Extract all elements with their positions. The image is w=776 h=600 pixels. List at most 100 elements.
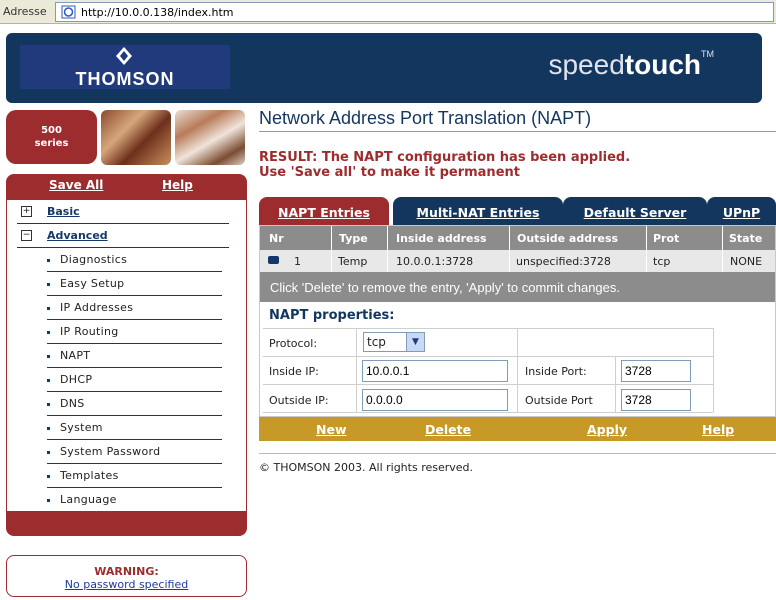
grid-line <box>356 328 357 412</box>
warning-box: WARNING: No password specified <box>6 555 247 597</box>
sidebar-item-label[interactable]: Diagnostics <box>60 253 127 266</box>
tab-default-server[interactable]: Default Server <box>563 197 707 225</box>
tab-label[interactable]: NAPT Entries <box>278 205 370 220</box>
grid-line <box>263 328 713 329</box>
grid-line <box>713 328 714 412</box>
collapse-icon[interactable]: − <box>21 230 32 241</box>
ie-page-icon <box>61 5 76 19</box>
outside-ip-input[interactable] <box>362 389 508 411</box>
bullet-icon <box>47 283 50 286</box>
cell-nr: 1 <box>294 255 301 268</box>
brand-bold: touch <box>624 49 701 80</box>
speedtouch-brand: speedtouchTM <box>548 49 714 81</box>
address-bar: Adresse http://10.0.0.138/index.htm <box>0 0 776 24</box>
warning-title: WARNING: <box>94 565 159 578</box>
thomson-logo-icon <box>116 47 132 65</box>
napt-panel: Nr Type Inside address Outside address P… <box>259 225 776 417</box>
thomson-logo[interactable]: THOMSON <box>20 45 230 89</box>
tab-multi-nat-entries[interactable]: Multi-NAT Entries <box>393 197 563 225</box>
brand-tm: TM <box>701 49 714 59</box>
copyright-text: © THOMSON 2003. All rights reserved. <box>259 461 474 474</box>
cell-inside-address: 10.0.0.1:3728 <box>396 255 474 268</box>
help-link[interactable]: Help <box>162 178 193 192</box>
sidebar-item-label[interactable]: DHCP <box>60 373 92 386</box>
tab-label[interactable]: Multi-NAT Entries <box>417 205 540 220</box>
sidebar-group-advanced[interactable]: − Advanced <box>17 224 229 248</box>
sidebar-item-label[interactable]: System <box>60 421 103 434</box>
column-header-prot: Prot <box>653 232 680 245</box>
sidebar-item-diagnostics[interactable]: Diagnostics <box>47 248 222 272</box>
column-header-inside-address: Inside address <box>396 232 487 245</box>
bullet-icon <box>47 259 50 262</box>
footer-divider <box>259 453 776 454</box>
grid-line <box>263 356 713 357</box>
apply-button[interactable]: Apply <box>587 422 627 437</box>
sidebar-item-dns[interactable]: DNS <box>47 392 222 416</box>
result-hint: Use 'Save all' to make it permanent <box>259 165 520 180</box>
people-photo <box>101 110 171 165</box>
header-banner: THOMSON speedtouchTM <box>6 33 762 103</box>
sidebar-item-ip-routing[interactable]: IP Routing <box>47 320 222 344</box>
sidebar-item-ip-addresses[interactable]: IP Addresses <box>47 296 222 320</box>
bullet-icon <box>47 355 50 358</box>
tab-label[interactable]: Default Server <box>584 205 687 220</box>
sidebar-item-label[interactable]: IP Addresses <box>60 301 133 314</box>
sidebar-item-language[interactable]: Language <box>47 488 222 512</box>
table-header: Nr Type Inside address Outside address P… <box>260 226 775 250</box>
sidebar-group-basic[interactable]: + Basic <box>17 200 229 224</box>
dropdown-arrow-icon[interactable]: ▼ <box>406 333 424 351</box>
sidebar-item-label[interactable]: Templates <box>60 469 119 482</box>
bullet-icon <box>47 403 50 406</box>
series-badge: 500 series <box>6 110 97 164</box>
hint-bar: Click 'Delete' to remove the entry, 'App… <box>260 272 775 302</box>
column-divider <box>387 250 388 272</box>
inside-port-label: Inside Port: <box>525 365 587 378</box>
sidebar-item-label[interactable]: Easy Setup <box>60 277 124 290</box>
column-header-outside-address: Outside address <box>517 232 619 245</box>
new-button[interactable]: New <box>316 422 347 437</box>
outside-port-input[interactable] <box>621 389 691 411</box>
sidebar-item-label[interactable]: DNS <box>60 397 85 410</box>
sidebar-group-label[interactable]: Basic <box>47 205 80 218</box>
bullet-icon <box>47 307 50 310</box>
tab-label[interactable]: UPnP <box>723 205 760 220</box>
title-divider <box>259 131 776 132</box>
inside-port-input[interactable] <box>621 360 691 382</box>
help-button[interactable]: Help <box>702 422 734 437</box>
url-text: http://10.0.0.138/index.htm <box>81 6 234 19</box>
bullet-icon <box>47 475 50 478</box>
sidebar-group-label[interactable]: Advanced <box>47 229 108 242</box>
inside-ip-input[interactable] <box>362 360 508 382</box>
sidebar-item-dhcp[interactable]: DHCP <box>47 368 222 392</box>
tab-upnp[interactable]: UPnP <box>707 197 776 225</box>
page-title: Network Address Port Translation (NAPT) <box>259 108 592 128</box>
no-password-link[interactable]: No password specified <box>7 578 246 591</box>
sidebar-item-templates[interactable]: Templates <box>47 464 222 488</box>
url-field[interactable]: http://10.0.0.138/index.htm <box>55 2 774 22</box>
sidebar-item-label[interactable]: System Password <box>60 445 160 458</box>
tab-napt-entries[interactable]: NAPT Entries <box>259 197 389 225</box>
column-divider <box>646 250 647 272</box>
series-label: series <box>34 138 69 149</box>
protocol-select[interactable]: tcp ▼ <box>363 332 425 352</box>
column-divider <box>646 226 647 250</box>
outside-port-label: Outside Port <box>525 394 593 407</box>
sidebar-item-napt[interactable]: NAPT <box>47 344 222 368</box>
grid-line <box>263 384 713 385</box>
column-header-type: Type <box>339 232 368 245</box>
bullet-icon <box>47 379 50 382</box>
delete-button[interactable]: Delete <box>425 422 471 437</box>
column-header-nr: Nr <box>269 232 284 245</box>
table-row[interactable]: 1 Temp 10.0.0.1:3728 unspecified:3728 tc… <box>260 250 775 272</box>
save-all-link[interactable]: Save All <box>49 178 103 192</box>
column-divider <box>331 226 332 250</box>
sidebar-item-label[interactable]: NAPT <box>60 349 90 362</box>
sidebar-item-label[interactable]: IP Routing <box>60 325 119 338</box>
sidebar-item-easy-setup[interactable]: Easy Setup <box>47 272 222 296</box>
sidebar-item-system-password[interactable]: System Password <box>47 440 222 464</box>
logo-text: THOMSON <box>75 69 175 89</box>
sidebar-item-label[interactable]: Language <box>60 493 117 506</box>
expand-icon[interactable]: + <box>21 206 32 217</box>
cell-state: NONE <box>730 255 763 268</box>
sidebar-item-system[interactable]: System <box>47 416 222 440</box>
